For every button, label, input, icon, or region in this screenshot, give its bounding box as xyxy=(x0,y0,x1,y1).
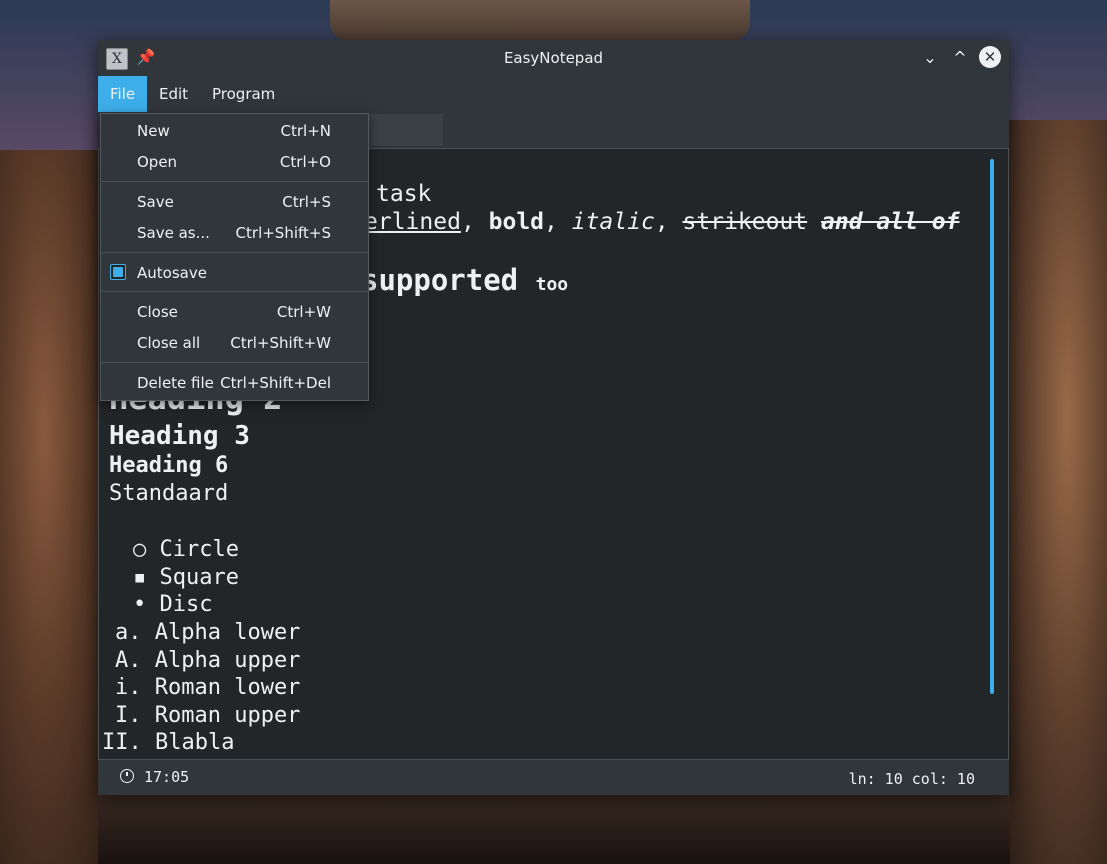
editor-line-task: task xyxy=(376,181,432,207)
heading-3: Heading 3 xyxy=(109,421,250,451)
menu-item-delete-file[interactable]: Delete file Ctrl+Shift+Del xyxy=(101,368,368,399)
comma: , xyxy=(460,209,489,235)
list-item-blabla: II. Blabla xyxy=(102,730,235,755)
menu-item-shortcut: Ctrl+N xyxy=(280,122,331,140)
list-item-roman-upper: I. Roman upper xyxy=(115,703,301,728)
file-menu-dropdown: New Ctrl+N Open Ctrl+O Save Ctrl+S Save as.… xyxy=(100,113,369,401)
list-item-alpha-lower: a. Alpha lower xyxy=(115,620,301,645)
list-item-roman-lower: i. Roman lower xyxy=(115,675,301,700)
strikeout-text: strikeout xyxy=(682,209,808,235)
autosave-checkbox[interactable] xyxy=(110,264,126,280)
list-item-disc: • Disc xyxy=(133,592,213,617)
clock-icon xyxy=(120,769,134,783)
titlebar[interactable]: X 📌 EasyNotepad ⌄ ^ ✕ xyxy=(98,40,1009,76)
comma: , xyxy=(544,209,572,235)
menu-item-label: Autosave xyxy=(137,264,207,282)
menu-item-autosave[interactable]: Autosave xyxy=(101,258,368,289)
menu-item-open[interactable]: Open Ctrl+O xyxy=(101,147,368,178)
background-rock-right xyxy=(1007,120,1107,864)
menu-item-label: Close xyxy=(137,303,178,321)
menu-separator xyxy=(101,362,368,363)
close-button[interactable]: ✕ xyxy=(979,46,1001,68)
menu-item-close[interactable]: Close Ctrl+W xyxy=(101,297,368,328)
all-formatting-text: and all of xyxy=(821,209,960,235)
editor-line-formatting: erlined, bold, italic, strikeout and all… xyxy=(364,209,960,235)
menu-item-shortcut: Ctrl+O xyxy=(279,153,331,171)
menu-item-shortcut: Ctrl+Shift+Del xyxy=(220,374,331,392)
menu-item-label: Close all xyxy=(137,334,201,352)
menu-item-label: Delete file xyxy=(137,374,214,392)
window-title: EasyNotepad xyxy=(503,49,604,67)
bold-text: bold xyxy=(488,209,545,235)
menu-item-shortcut: Ctrl+Shift+W xyxy=(230,334,331,352)
menu-item-save[interactable]: Save Ctrl+S xyxy=(101,187,368,218)
menubar: File Edit Program xyxy=(98,76,1009,112)
menu-separator xyxy=(101,181,368,182)
standard-text: Standaard xyxy=(109,481,229,506)
heading-6: Heading 6 xyxy=(109,453,229,478)
menu-program[interactable]: Program xyxy=(200,76,287,112)
italic-text: italic xyxy=(571,209,655,235)
vertical-scrollbar[interactable] xyxy=(990,159,994,694)
menu-item-shortcut: Ctrl+S xyxy=(282,193,331,211)
maximize-button[interactable]: ^ xyxy=(948,46,972,70)
menu-file[interactable]: File xyxy=(98,76,147,112)
background-rock-top xyxy=(330,0,750,42)
list-item-square: ▪ Square xyxy=(133,565,239,590)
menu-item-shortcut: Ctrl+W xyxy=(276,303,331,321)
comma: , xyxy=(654,209,683,235)
menu-edit[interactable]: Edit xyxy=(147,76,200,112)
editor-line-supported: supported too xyxy=(361,263,568,297)
list-item-circle: ○ Circle xyxy=(133,537,239,562)
menu-item-close-all[interactable]: Close all Ctrl+Shift+W xyxy=(101,328,368,359)
underlined-text: erlined xyxy=(364,209,461,235)
menu-item-label: Save xyxy=(137,193,174,211)
menu-separator xyxy=(101,291,368,292)
background-rock-left xyxy=(0,150,110,864)
menu-item-new[interactable]: New Ctrl+N xyxy=(101,116,368,147)
minimize-button[interactable]: ⌄ xyxy=(918,46,942,70)
status-bar: 17:05 ln: 10 col: 10 xyxy=(98,760,1009,795)
too-text: too xyxy=(535,274,569,295)
status-time: 17:05 xyxy=(144,768,190,786)
supported-text: supported xyxy=(361,263,519,297)
status-cursor-position: ln: 10 col: 10 xyxy=(848,770,975,788)
list-item-alpha-upper: A. Alpha upper xyxy=(115,648,301,673)
menu-item-save-as[interactable]: Save as... Ctrl+Shift+S xyxy=(101,218,368,249)
menu-item-label: Open xyxy=(137,153,178,171)
menu-item-shortcut: Ctrl+Shift+S xyxy=(235,224,331,242)
menu-separator xyxy=(101,252,368,253)
menu-item-label: New xyxy=(137,122,170,140)
background-rock-bottom xyxy=(98,795,1010,864)
menu-item-label: Save as... xyxy=(137,224,210,242)
